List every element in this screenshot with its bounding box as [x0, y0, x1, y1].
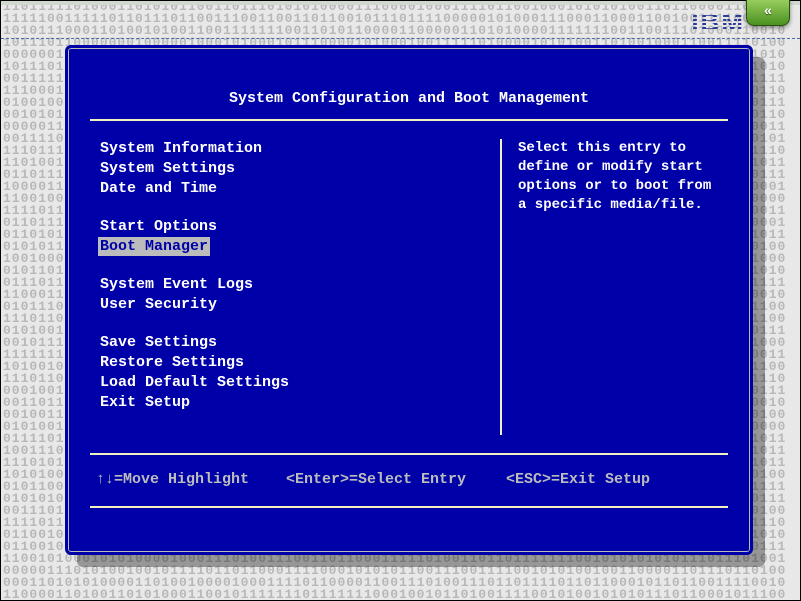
- panel-inner: System Configuration and Boot Management…: [68, 48, 750, 552]
- help-text: Select this entry to define or modify st…: [514, 139, 728, 435]
- ibm-logo-text: IBM: [691, 7, 745, 37]
- legend-move-highlight: ↑↓=Move Highlight: [96, 471, 286, 488]
- legend-rule-bottom: [90, 506, 728, 508]
- menu-group-3: System Event Logs User Security: [98, 275, 500, 315]
- header-divider: [1, 38, 800, 39]
- menu-column: System Information System Settings Date …: [90, 139, 500, 435]
- menu-boot-manager[interactable]: Boot Manager: [98, 237, 210, 256]
- bios-panel: System Configuration and Boot Management…: [65, 45, 753, 555]
- menu-group-4: Save Settings Restore Settings Load Defa…: [98, 333, 500, 413]
- menu-load-default-settings[interactable]: Load Default Settings: [98, 373, 291, 392]
- menu-group-1: System Information System Settings Date …: [98, 139, 500, 199]
- menu-restore-settings[interactable]: Restore Settings: [98, 353, 246, 372]
- menu-system-event-logs[interactable]: System Event Logs: [98, 275, 255, 294]
- menu-date-and-time[interactable]: Date and Time: [98, 179, 219, 198]
- title-rule: [90, 119, 728, 121]
- menu-exit-setup[interactable]: Exit Setup: [98, 393, 192, 412]
- legend-rule-top: [90, 453, 728, 455]
- legend-exit-setup: <ESC>=Exit Setup: [506, 471, 722, 488]
- menu-user-security[interactable]: User Security: [98, 295, 219, 314]
- page-title: System Configuration and Boot Management: [90, 72, 728, 119]
- legend-bar: ↑↓=Move Highlight <Enter>=Select Entry <…: [90, 463, 728, 488]
- badge-glyph: «: [764, 4, 772, 20]
- vertical-divider: [500, 139, 502, 435]
- body-columns: System Information System Settings Date …: [90, 139, 728, 435]
- menu-system-information[interactable]: System Information: [98, 139, 264, 158]
- ibm-logo: IBM: [691, 7, 745, 38]
- menu-start-options[interactable]: Start Options: [98, 217, 219, 236]
- menu-group-2: Start Options Boot Manager: [98, 217, 500, 257]
- menu-save-settings[interactable]: Save Settings: [98, 333, 219, 352]
- badge-icon: «: [746, 0, 790, 26]
- legend-select-entry: <Enter>=Select Entry: [286, 471, 506, 488]
- top-strip: [1, 1, 800, 5]
- menu-system-settings[interactable]: System Settings: [98, 159, 237, 178]
